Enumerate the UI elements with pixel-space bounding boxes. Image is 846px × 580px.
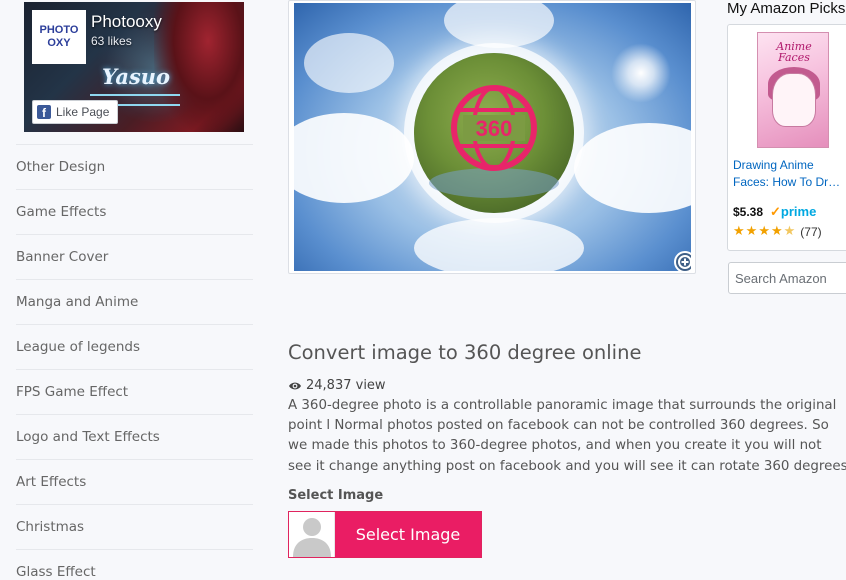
view-count: 24,837 view bbox=[288, 378, 386, 393]
image-upload-widget[interactable]: Select Image bbox=[288, 511, 482, 558]
category-item[interactable]: League of legends bbox=[16, 324, 253, 369]
star-icon: ★ bbox=[745, 224, 758, 239]
preview-image[interactable]: 360 bbox=[294, 3, 691, 271]
category-item[interactable]: Christmas bbox=[16, 504, 253, 549]
category-item[interactable]: Manga and Anime bbox=[16, 279, 253, 324]
product-price: $5.38 bbox=[733, 205, 764, 219]
star-icon: ★ bbox=[783, 224, 796, 239]
cloud bbox=[294, 113, 414, 203]
photooxy-logo[interactable]: PHOTO OXY bbox=[32, 10, 86, 64]
category-item[interactable]: Other Design bbox=[16, 144, 253, 189]
eye-icon bbox=[289, 382, 301, 389]
star-icon: ★ bbox=[758, 224, 770, 239]
category-item[interactable]: Art Effects bbox=[16, 459, 253, 504]
logo-text-line1: PHOTO bbox=[39, 24, 79, 36]
badge-text: 360 bbox=[476, 116, 513, 141]
star-icon: ★ bbox=[770, 224, 783, 239]
book-cover-image[interactable]: Anime Faces bbox=[757, 32, 829, 148]
page-title: Convert image to 360 degree online bbox=[288, 341, 642, 364]
star-icon: ★ bbox=[733, 224, 745, 239]
logo-text-line2: OXY bbox=[47, 37, 71, 49]
facebook-like-count: 63 likes bbox=[91, 34, 132, 48]
amazon-product-card[interactable]: Anime Faces Drawing Anime Faces: How To … bbox=[727, 24, 846, 251]
globe-360-icon: 360 bbox=[451, 85, 537, 171]
amazon-picks-heading: My Amazon Picks bbox=[727, 0, 846, 17]
like-button-label: Like Page bbox=[56, 105, 110, 119]
preview-image-frame: 360 bbox=[288, 0, 696, 274]
rating-count[interactable]: (77) bbox=[800, 225, 821, 239]
banner-title: Yasuo bbox=[102, 64, 171, 89]
prime-badge: ✓prime bbox=[770, 204, 816, 220]
select-image-button[interactable]: Select Image bbox=[335, 512, 481, 557]
facebook-page-name[interactable]: Photooxy bbox=[91, 12, 162, 32]
amazon-search-input[interactable] bbox=[728, 262, 846, 294]
zoom-in-icon bbox=[678, 255, 691, 269]
category-item[interactable]: Glass Effect bbox=[16, 549, 253, 580]
category-item[interactable]: Logo and Text Effects bbox=[16, 414, 253, 459]
star-rating[interactable]: ★ ★ ★ ★ ★ (77) bbox=[733, 224, 822, 240]
sun-glare bbox=[611, 43, 671, 103]
cloud bbox=[304, 33, 394, 93]
category-list: Other Design Game Effects Banner Cover Mang… bbox=[16, 144, 253, 580]
prime-label: prime bbox=[780, 204, 817, 219]
cover-face bbox=[772, 73, 816, 127]
cloud bbox=[444, 3, 554, 48]
select-image-label: Select Image bbox=[288, 488, 384, 503]
facebook-page-widget[interactable]: PHOTO OXY Photooxy 63 likes Yasuo f Like… bbox=[24, 2, 244, 132]
amazon-product-link[interactable]: Drawing Anime Faces: How To Draw Anime bbox=[733, 157, 845, 191]
category-item[interactable]: Banner Cover bbox=[16, 234, 253, 279]
facebook-like-button[interactable]: f Like Page bbox=[32, 100, 119, 124]
avatar-placeholder bbox=[289, 512, 335, 557]
prime-check-icon: ✓ bbox=[770, 204, 781, 219]
cloud bbox=[574, 123, 691, 213]
category-item[interactable]: FPS Game Effect bbox=[16, 369, 253, 414]
category-item[interactable]: Game Effects bbox=[16, 189, 253, 234]
view-count-text: 24,837 view bbox=[306, 378, 386, 393]
zoom-button[interactable] bbox=[674, 251, 691, 271]
cover-title: Anime Faces bbox=[776, 40, 812, 64]
cloud bbox=[414, 218, 584, 271]
effect-description: A 360-degree photo is a controllable pan… bbox=[288, 398, 846, 474]
user-silhouette-icon bbox=[293, 518, 331, 557]
facebook-icon: f bbox=[37, 105, 51, 119]
